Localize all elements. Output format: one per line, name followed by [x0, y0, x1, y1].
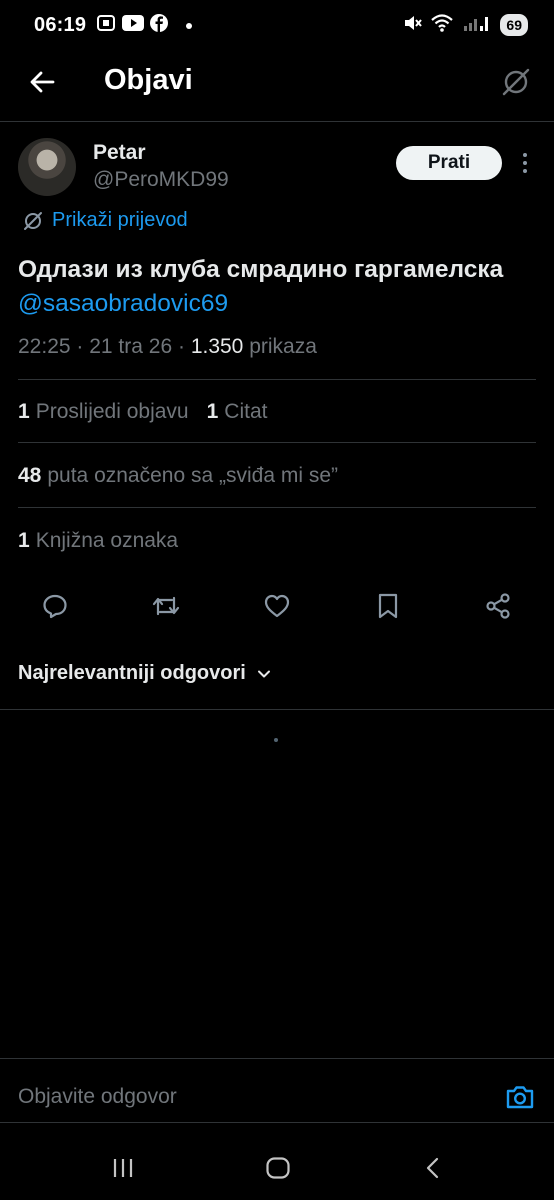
header-divider — [0, 121, 554, 122]
status-system-icons: 69 — [402, 12, 528, 38]
composer-divider — [0, 1058, 554, 1059]
repost-stats: 1 Proslijedi objavu 1 Citat — [18, 400, 267, 424]
likes-stat[interactable]: 48 puta označeno sa „sviđa mi se” — [18, 464, 338, 488]
recents-icon — [113, 1159, 133, 1177]
author-handle[interactable]: @PeroMKD99 — [93, 168, 229, 192]
more-dot-icon — [523, 153, 527, 157]
mute-icon — [402, 13, 423, 38]
screenshot-icon — [96, 13, 116, 38]
reposts-label: Proslijedi objavu — [35, 400, 189, 423]
divider — [18, 507, 536, 508]
views-count: 1.350 — [190, 335, 244, 358]
reply-icon — [43, 594, 67, 619]
facebook-icon — [150, 13, 168, 37]
reposts-stat[interactable]: 1 Proslijedi objavu — [18, 400, 189, 424]
bookmarks-label: Knjižna oznaka — [35, 529, 179, 552]
camera-icon — [506, 1086, 534, 1109]
translate-toggle-button[interactable] — [498, 64, 534, 100]
share-button[interactable] — [480, 588, 516, 624]
arrow-left-icon — [30, 71, 55, 93]
reply-button[interactable] — [37, 588, 73, 624]
battery-indicator: 69 — [500, 14, 528, 36]
signal-icon — [462, 13, 492, 38]
bookmark-icon — [378, 593, 398, 619]
tweet-date: 21 tra 26 — [89, 335, 173, 358]
back-icon — [426, 1157, 439, 1179]
nav-back-button[interactable] — [403, 1148, 463, 1188]
mention-link[interactable]: @sasaobradovic69 — [18, 290, 228, 317]
divider — [18, 442, 536, 443]
more-options-button[interactable] — [516, 150, 534, 176]
recents-button[interactable] — [93, 1148, 153, 1188]
avatar[interactable] — [18, 138, 76, 196]
page-title: Objavi — [104, 64, 193, 96]
repost-button[interactable] — [148, 588, 184, 624]
repost-icon — [152, 596, 180, 616]
reply-input[interactable]: Objavite odgovor — [18, 1080, 478, 1114]
status-notification-icons — [96, 13, 192, 37]
camera-button[interactable] — [503, 1080, 537, 1114]
replies-divider — [0, 709, 554, 710]
follow-button[interactable]: Prati — [396, 146, 502, 180]
tweet-time: 22:25 — [18, 335, 71, 358]
reply-sort-dropdown[interactable]: Najrelevantniji odgovori — [18, 662, 272, 685]
translate-off-icon — [502, 68, 530, 96]
likes-label: puta označeno sa „sviđa mi se” — [47, 464, 339, 487]
nav-divider — [0, 1122, 554, 1123]
chevron-down-icon — [257, 670, 270, 677]
youtube-icon — [122, 14, 144, 36]
divider — [18, 379, 536, 380]
quotes-stat[interactable]: 1 Citat — [207, 400, 268, 424]
like-button[interactable] — [259, 588, 295, 624]
bookmarks-stat[interactable]: 1 Knjižna oznaka — [18, 529, 178, 553]
home-icon — [266, 1157, 290, 1179]
show-translation-link[interactable]: Prikaži prijevod — [22, 209, 188, 232]
back-button[interactable] — [22, 62, 62, 102]
home-button[interactable] — [248, 1148, 308, 1188]
likes-count: 48 — [18, 464, 42, 487]
tweet-body: Одлази из клуба смрадино гаргамелска — [18, 256, 504, 283]
more-dot-icon — [523, 161, 527, 165]
status-time: 06:19 — [34, 14, 87, 36]
quotes-count: 1 — [206, 400, 219, 423]
show-translation-label: Prikaži prijevod — [52, 209, 188, 231]
quotes-label: Citat — [224, 400, 268, 423]
wifi-icon — [430, 13, 454, 38]
tweet-meta: 22:25 · 21 tra 26 · 1.350 prikaza — [18, 335, 317, 358]
more-dot-icon — [523, 169, 527, 173]
reposts-count: 1 — [18, 400, 30, 423]
bookmarks-count: 1 — [18, 529, 30, 552]
dot-icon — [186, 16, 192, 34]
author-name[interactable]: Petar — [93, 141, 146, 165]
views-label: prikaza — [249, 335, 317, 358]
like-icon — [264, 594, 290, 618]
loading-indicator — [274, 738, 278, 742]
bookmark-button[interactable] — [370, 588, 406, 624]
reply-sort-label: Najrelevantniji odgovori — [18, 662, 246, 684]
tweet-text: Одлази из клуба смрадино гаргамелска @sa… — [18, 253, 538, 321]
translate-icon — [24, 211, 42, 230]
share-icon — [486, 593, 510, 619]
